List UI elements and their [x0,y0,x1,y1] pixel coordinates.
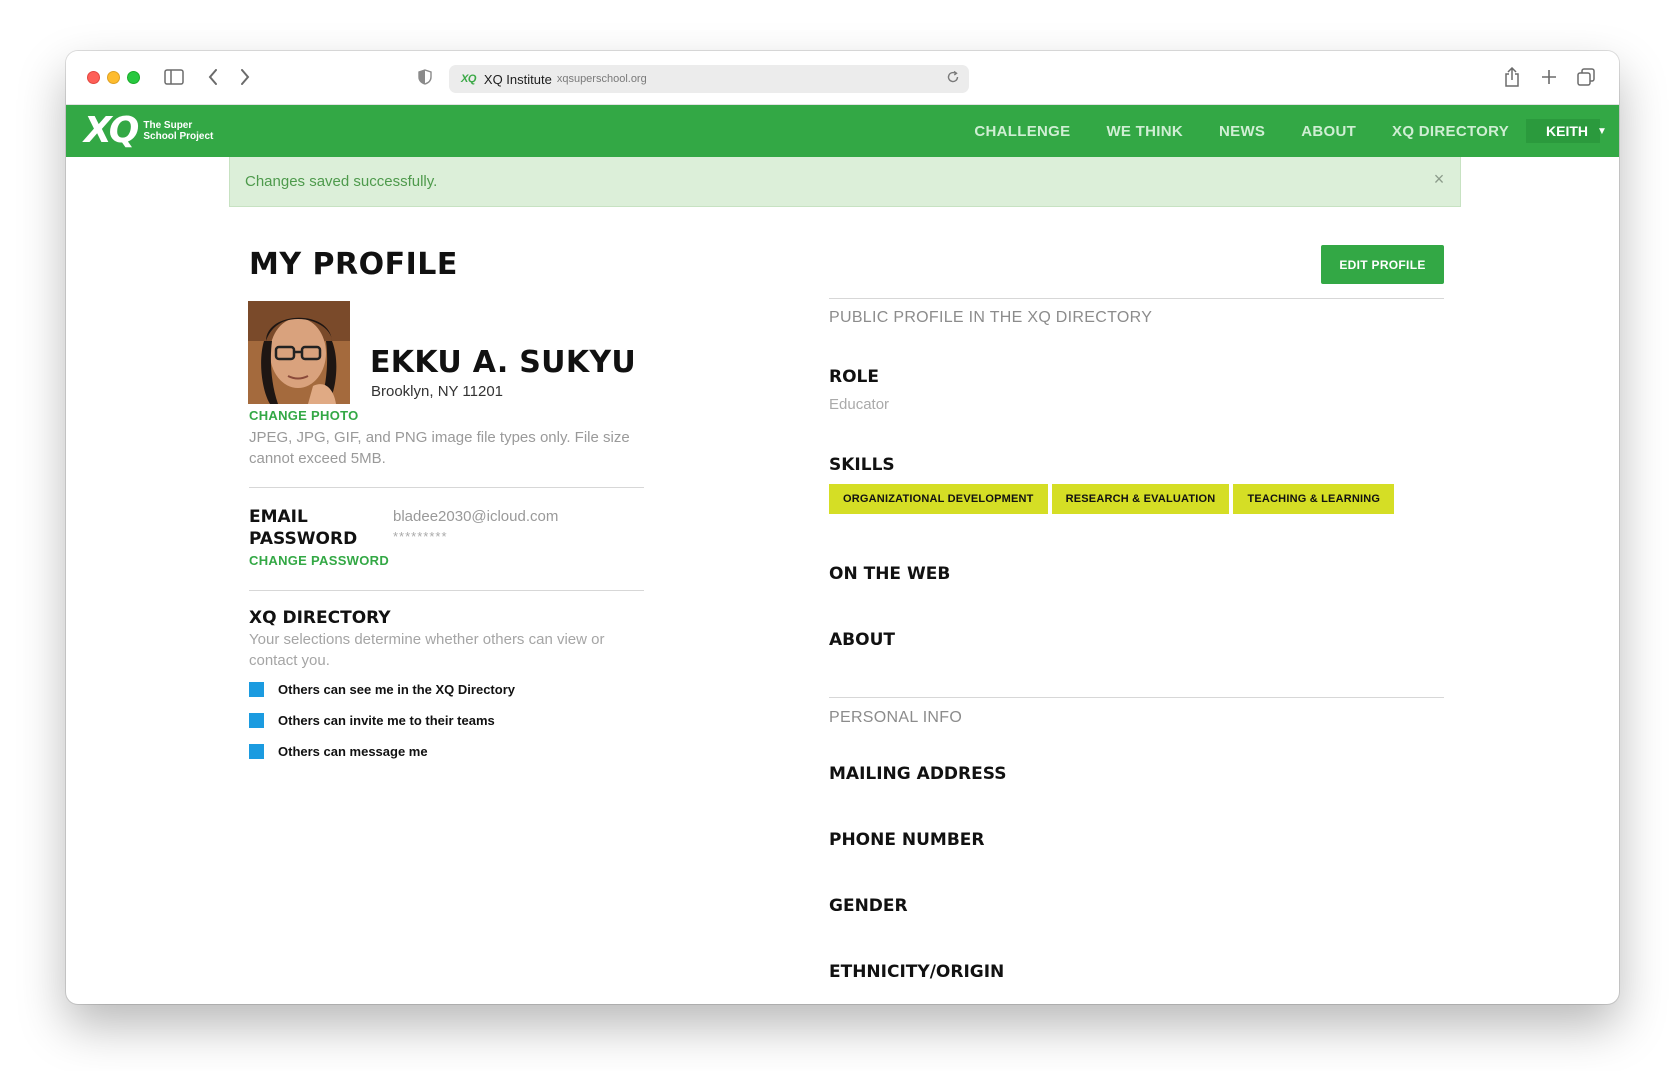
user-location: Brooklyn, NY 11201 [371,383,504,400]
directory-visibility-checkbox[interactable] [249,682,264,697]
back-arrow-icon[interactable] [204,66,222,88]
change-photo-link[interactable]: CHANGE PHOTO [249,408,359,423]
xq-directory-label: XQ DIRECTORY [249,608,391,628]
forward-arrow-icon[interactable] [236,66,254,88]
xq-logo: XQ [84,110,139,151]
role-value: Educator [829,396,890,413]
role-label: ROLE [829,367,879,387]
nav-we-think[interactable]: WE THINK [1106,123,1183,140]
privacy-shield-icon[interactable] [416,66,434,88]
url-domain: xqsuperschool.org [556,73,647,85]
checkbox-label: Others can see me in the XQ Directory [278,682,515,697]
avatar [248,301,350,404]
new-tab-icon[interactable] [1539,66,1559,88]
messaging-option[interactable]: Others can message me [249,744,428,759]
directory-visibility-option[interactable]: Others can see me in the XQ Directory [249,682,515,697]
divider [249,590,644,591]
about-label: ABOUT [829,630,895,650]
on-the-web-label: ON THE WEB [829,564,951,584]
tab-overview-icon[interactable] [1575,66,1597,88]
team-invite-checkbox[interactable] [249,713,264,728]
site-header: XQ The Super School Project CHALLENGE WE… [66,105,1619,157]
nav-news[interactable]: NEWS [1219,123,1265,140]
nav-challenge[interactable]: CHALLENGE [974,123,1070,140]
mailing-address-label: MAILING ADDRESS [829,764,1007,784]
public-profile-heading: PUBLIC PROFILE IN THE XQ DIRECTORY [829,309,1153,326]
gender-label: GENDER [829,896,908,916]
password-label: PASSWORD [249,529,358,549]
password-value: ********* [393,529,448,544]
address-bar[interactable]: XQ XQ Institute xqsuperschool.org [449,65,969,93]
ethnicity-label: ETHNICITY/ORIGIN [829,962,1005,982]
nav-about[interactable]: ABOUT [1301,123,1356,140]
site-favicon-icon: XQ [461,73,476,85]
caret-down-icon: ▼ [1597,125,1607,137]
site-logo[interactable]: XQ The Super School Project [84,113,218,149]
directory-help-text: Your selections determine whether others… [249,631,605,669]
logo-tagline: The Super School Project [143,120,214,142]
success-alert: Changes saved successfully. × [229,157,1461,207]
user-name: EKKU A. SUKYU [370,345,637,380]
close-window-button[interactable] [87,71,100,84]
user-menu[interactable]: KEITH ▼ [1526,119,1607,143]
photo-help-text: JPEG, JPG, GIF, and PNG image file types… [249,429,630,467]
main-nav: CHALLENGE WE THINK NEWS ABOUT XQ DIRECTO… [938,105,1509,157]
close-alert-icon[interactable]: × [1430,169,1448,191]
skill-tag: RESEARCH & EVALUATION [1051,484,1230,514]
divider [249,487,644,488]
nav-xq-directory[interactable]: XQ DIRECTORY [1392,123,1509,140]
browser-window: XQ XQ Institute xqsuperschool.org XQ The… [66,51,1619,1004]
messaging-checkbox[interactable] [249,744,264,759]
minimize-window-button[interactable] [107,71,120,84]
email-value: bladee2030@icloud.com [393,508,559,525]
alert-message: Changes saved successfully. [245,173,438,190]
team-invite-option[interactable]: Others can invite me to their teams [249,713,495,728]
page-tab-title: XQ Institute [483,71,552,87]
browser-toolbar: XQ XQ Institute xqsuperschool.org [66,51,1619,105]
skills-label: SKILLS [829,455,895,475]
page-title: MY PROFILE [249,247,458,282]
reload-icon[interactable] [945,70,961,88]
edit-profile-button[interactable]: EDIT PROFILE [1321,245,1444,284]
email-label: EMAIL [249,507,308,527]
change-password-link[interactable]: CHANGE PASSWORD [249,553,389,568]
divider [829,298,1444,299]
personal-info-heading: PERSONAL INFO [829,709,963,726]
sidebar-toggle-icon[interactable] [163,66,185,88]
phone-number-label: PHONE NUMBER [829,830,985,850]
skills-list: ORGANIZATIONAL DEVELOPMENT RESEARCH & EV… [829,484,1398,514]
share-icon[interactable] [1502,66,1522,88]
skill-tag: ORGANIZATIONAL DEVELOPMENT [829,484,1048,514]
checkbox-label: Others can invite me to their teams [278,713,495,728]
divider [829,697,1444,698]
user-menu-label: KEITH [1546,123,1588,139]
zoom-window-button[interactable] [127,71,140,84]
skill-tag: TEACHING & LEARNING [1233,484,1395,514]
checkbox-label: Others can message me [278,744,428,759]
